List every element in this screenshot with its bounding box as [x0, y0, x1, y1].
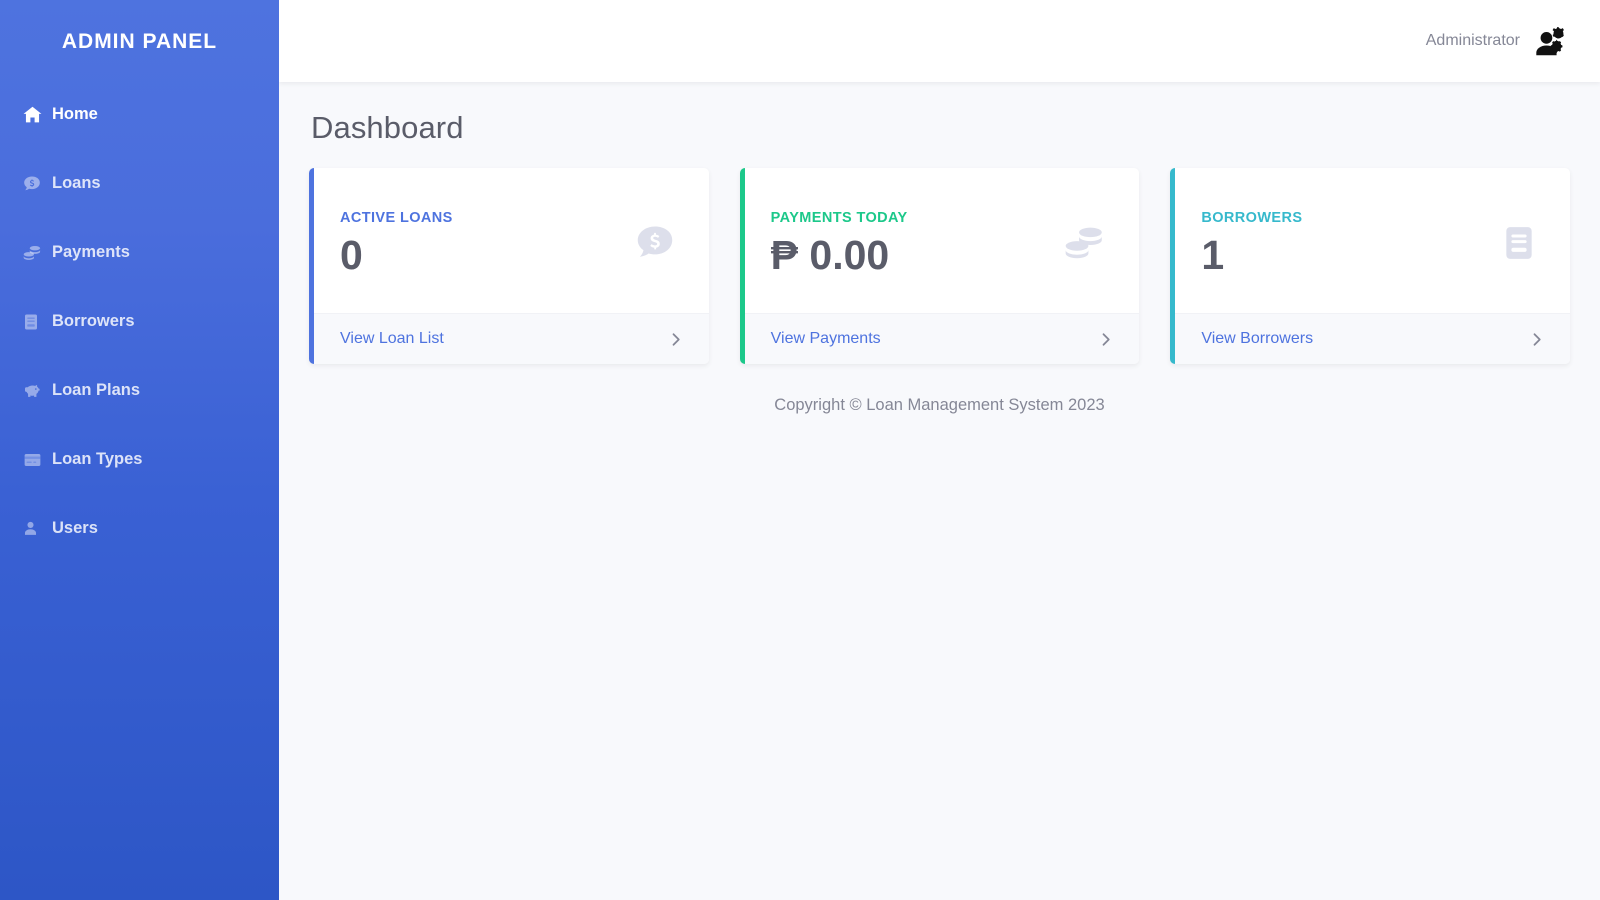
stat-card-borrowers: BORROWERS 1 View Borrowers	[1170, 168, 1571, 364]
sidebar-item-loans[interactable]: Loans	[0, 167, 279, 200]
card-body: ACTIVE LOANS 0	[314, 168, 709, 313]
brand-title: ADMIN PANEL	[61, 30, 218, 53]
sidebar-item-label: Borrowers	[52, 312, 135, 330]
sidebar-item-loan-plans[interactable]: Loan Plans	[0, 374, 279, 407]
topbar: Administrator	[279, 0, 1600, 82]
credit-card-icon	[22, 451, 52, 469]
sidebar-item-payments[interactable]: Payments	[0, 236, 279, 269]
page-content: Dashboard ACTIVE LOANS 0 View Loan List …	[279, 82, 1600, 900]
card-body: PAYMENTS TODAY ₱ 0.00	[745, 168, 1140, 313]
user-name-label: Administrator	[1425, 32, 1520, 49]
main-area: Administrator Dashboard ACTIVE LOANS 0 V…	[279, 0, 1600, 900]
admin-dashboard-page: ADMIN PANEL Home Loans Payments Borrower…	[0, 0, 1600, 900]
coins-icon	[22, 243, 52, 263]
card-value: 1	[1201, 231, 1225, 278]
home-icon	[22, 104, 52, 125]
stat-card-active-loans: ACTIVE LOANS 0 View Loan List	[309, 168, 709, 364]
page-title: Dashboard	[311, 110, 464, 145]
file-invoice-icon	[1500, 221, 1544, 265]
card-text: BORROWERS 1	[1201, 210, 1302, 276]
comment-dollar-icon	[633, 221, 683, 265]
users-cog-icon[interactable]	[1533, 24, 1567, 58]
view-loan-list-link[interactable]: View Loan List	[340, 330, 444, 348]
view-payments-link[interactable]: View Payments	[771, 330, 881, 348]
sidebar-item-borrowers[interactable]: Borrowers	[0, 305, 279, 338]
chevron-right-icon	[1100, 332, 1113, 347]
file-invoice-icon	[22, 312, 52, 332]
stat-card-payments-today: PAYMENTS TODAY ₱ 0.00 View Payments	[739, 168, 1140, 364]
copyright-text: Copyright © Loan Management System 2023	[774, 396, 1105, 414]
sidebar-item-label: Home	[52, 105, 98, 123]
coins-icon	[1061, 221, 1113, 265]
stat-cards-row: ACTIVE LOANS 0 View Loan List PAYMENTS T…	[309, 168, 1571, 364]
sidebar-item-home[interactable]: Home	[0, 98, 279, 131]
sidebar-item-label: Users	[52, 519, 98, 537]
card-label: BORROWERS	[1201, 209, 1303, 226]
card-body: BORROWERS 1	[1175, 168, 1570, 313]
sidebar-item-users[interactable]: Users	[0, 512, 279, 545]
sidebar-item-loan-types[interactable]: Loan Types	[0, 443, 279, 476]
chevron-right-icon	[670, 332, 683, 347]
comment-dollar-icon	[22, 174, 52, 194]
card-value: ₱ 0.00	[770, 231, 890, 278]
piggy-bank-icon	[22, 381, 52, 401]
card-value: 0	[340, 231, 363, 278]
card-label: PAYMENTS TODAY	[770, 209, 908, 226]
user-menu[interactable]: Administrator	[1426, 24, 1567, 58]
sidebar-item-label: Loan Plans	[52, 381, 141, 399]
card-text: PAYMENTS TODAY ₱ 0.00	[771, 210, 908, 276]
sidebar-item-label: Loan Types	[52, 450, 143, 468]
card-text: ACTIVE LOANS 0	[340, 210, 453, 276]
sidebar: ADMIN PANEL Home Loans Payments Borrower…	[0, 0, 279, 900]
sidebar-item-label: Loans	[52, 174, 101, 192]
sidebar-item-label: Payments	[52, 243, 130, 261]
card-footer-borrowers[interactable]: View Borrowers	[1175, 313, 1571, 364]
view-borrowers-link[interactable]: View Borrowers	[1201, 330, 1313, 348]
sidebar-nav: Home Loans Payments Borrowers Loan Plans…	[0, 84, 279, 581]
card-footer-active-loans[interactable]: View Loan List	[314, 313, 709, 364]
card-footer-payments[interactable]: View Payments	[744, 313, 1140, 364]
card-label: ACTIVE LOANS	[340, 209, 453, 226]
chevron-right-icon	[1531, 332, 1544, 347]
user-icon	[22, 519, 52, 538]
